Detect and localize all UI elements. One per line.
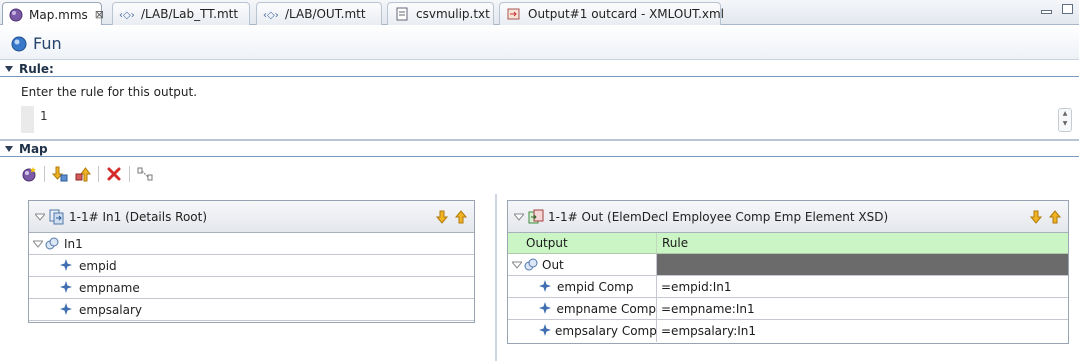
output-field-label: empsalary Comp [555, 324, 657, 338]
collapse-triangle-icon[interactable] [5, 145, 13, 153]
column-header-rule[interactable]: Rule [657, 233, 1068, 253]
collapse-triangle-icon[interactable] [35, 212, 45, 222]
delete-icon[interactable] [105, 165, 123, 183]
tab-map-mms[interactable]: Map.mms ⊠ [2, 2, 104, 26]
svg-text:‹◇›: ‹◇› [263, 10, 279, 20]
table-row[interactable]: empsalary Comp =empsalary:In1 [508, 320, 1068, 342]
field-icon [60, 302, 74, 317]
rule-section-header[interactable]: Rule: [0, 61, 1079, 77]
field-label: empname [79, 280, 140, 295]
group-icon [45, 237, 59, 251]
move-up-icon[interactable] [74, 165, 92, 183]
tree-row-root[interactable]: In1 [29, 233, 474, 255]
table-row[interactable]: empname Comp =empname:In1 [508, 298, 1068, 320]
toolbar-separator [129, 166, 130, 182]
input-panel-title: 1-1# In1 (Details Root) [69, 209, 208, 224]
move-down-icon[interactable] [1030, 210, 1042, 224]
rule-editor[interactable]: 1 ▲ ▼ [21, 106, 1075, 133]
maximize-icon[interactable] [1062, 4, 1073, 14]
input-panel-header: 1-1# In1 (Details Root) [29, 201, 474, 233]
field-icon [539, 324, 551, 338]
new-map-icon[interactable] [20, 165, 38, 183]
collapse-triangle-icon[interactable] [512, 260, 522, 270]
collapse-triangle-icon[interactable] [33, 239, 43, 249]
output-panel: 1-1# Out (ElemDecl Employee Comp Emp Ele… [507, 200, 1069, 344]
rule-cell[interactable]: =empid:In1 [657, 276, 1068, 297]
tab-label: Output#1 outcard - XMLOUT.xml [528, 7, 724, 21]
tree-row-field[interactable]: empname [29, 277, 474, 299]
move-up-icon[interactable] [1049, 209, 1061, 224]
field-label: empsalary [79, 302, 143, 317]
tab-csvmulip[interactable]: csvmulip.txt [387, 2, 494, 25]
field-icon [60, 258, 74, 273]
tab-label: /LAB/OUT.mtt [285, 7, 366, 21]
xml-file-icon: ‹◇› [263, 6, 279, 22]
rule-cell[interactable]: =empname:In1 [657, 298, 1068, 319]
function-icon [11, 36, 27, 52]
move-down-icon[interactable] [51, 165, 69, 183]
tab-output-card[interactable]: Output#1 outcard - XMLOUT.xml [499, 2, 724, 25]
editor-tab-bar: Map.mms ⊠ ‹◇› /LAB/Lab_TT.mtt ‹◇› /LAB/O… [0, 0, 1079, 26]
move-up-icon[interactable] [455, 209, 467, 224]
tab-label: csvmulip.txt [416, 7, 490, 21]
line-number-gutter: 1 [21, 106, 57, 133]
minimize-icon[interactable] [1041, 10, 1052, 14]
field-icon [539, 279, 553, 294]
editor-header: Fun [0, 25, 1079, 60]
tree-root-label: In1 [64, 236, 83, 251]
column-header-output[interactable]: Output [508, 233, 657, 253]
window-controls [1041, 4, 1073, 14]
table-row[interactable]: empid Comp =empid:In1 [508, 276, 1068, 298]
field-label: empid [79, 258, 117, 273]
rule-section-title: Rule: [19, 61, 54, 76]
field-icon [539, 301, 552, 316]
link-icon[interactable] [136, 165, 154, 183]
table-row-root[interactable]: Out [508, 254, 1068, 276]
toolbar-separator [44, 166, 45, 182]
rule-description: Enter the rule for this output. [21, 85, 198, 99]
output-card-icon [506, 6, 522, 22]
map-icon [9, 7, 23, 23]
close-icon[interactable]: ⊠ [95, 8, 104, 21]
svg-text:‹◇›: ‹◇› [119, 10, 135, 20]
tree-row-field[interactable]: empid [29, 255, 474, 277]
rule-cell-disabled [657, 254, 1068, 275]
tab-out-mtt[interactable]: ‹◇› /LAB/OUT.mtt [256, 2, 382, 25]
map-section-header[interactable]: Map [0, 141, 1079, 157]
tab-label: /LAB/Lab_TT.mtt [141, 7, 239, 21]
line-number: 1 [40, 109, 48, 123]
panel-splitter[interactable] [495, 194, 497, 361]
group-icon [524, 258, 538, 272]
page-title: Fun [11, 34, 62, 53]
output-panel-header: 1-1# Out (ElemDecl Employee Comp Emp Ele… [508, 201, 1068, 233]
tab-lab-tt[interactable]: ‹◇› /LAB/Lab_TT.mtt [112, 2, 250, 25]
tree-root-label: Out [542, 257, 564, 272]
toolbar-separator [98, 166, 99, 182]
map-section-title: Map [19, 141, 48, 156]
output-panel-title: 1-1# Out (ElemDecl Employee Comp Emp Ele… [548, 209, 889, 224]
rule-cell[interactable]: =empsalary:In1 [657, 320, 1068, 342]
output-table-header: Output Rule [508, 233, 1068, 254]
move-down-icon[interactable] [436, 210, 448, 224]
vertical-scrollbar[interactable]: ▲ ▼ [1058, 108, 1072, 132]
editor-title: Fun [33, 34, 62, 53]
input-panel: 1-1# In1 (Details Root) In1 empid empnam… [28, 200, 475, 323]
output-field-label: empname Comp [556, 301, 656, 316]
tab-label: Map.mms [29, 7, 88, 22]
xml-file-icon: ‹◇› [119, 6, 135, 22]
tree-row-field[interactable]: empsalary [29, 299, 474, 321]
field-icon [60, 280, 74, 295]
text-file-icon [394, 6, 410, 22]
map-toolbar [20, 165, 159, 183]
collapse-triangle-icon[interactable] [514, 212, 524, 222]
collapse-triangle-icon[interactable] [5, 65, 13, 73]
input-card-icon [49, 209, 65, 225]
output-field-label: empid Comp [557, 279, 634, 294]
output-card-icon [528, 209, 544, 225]
